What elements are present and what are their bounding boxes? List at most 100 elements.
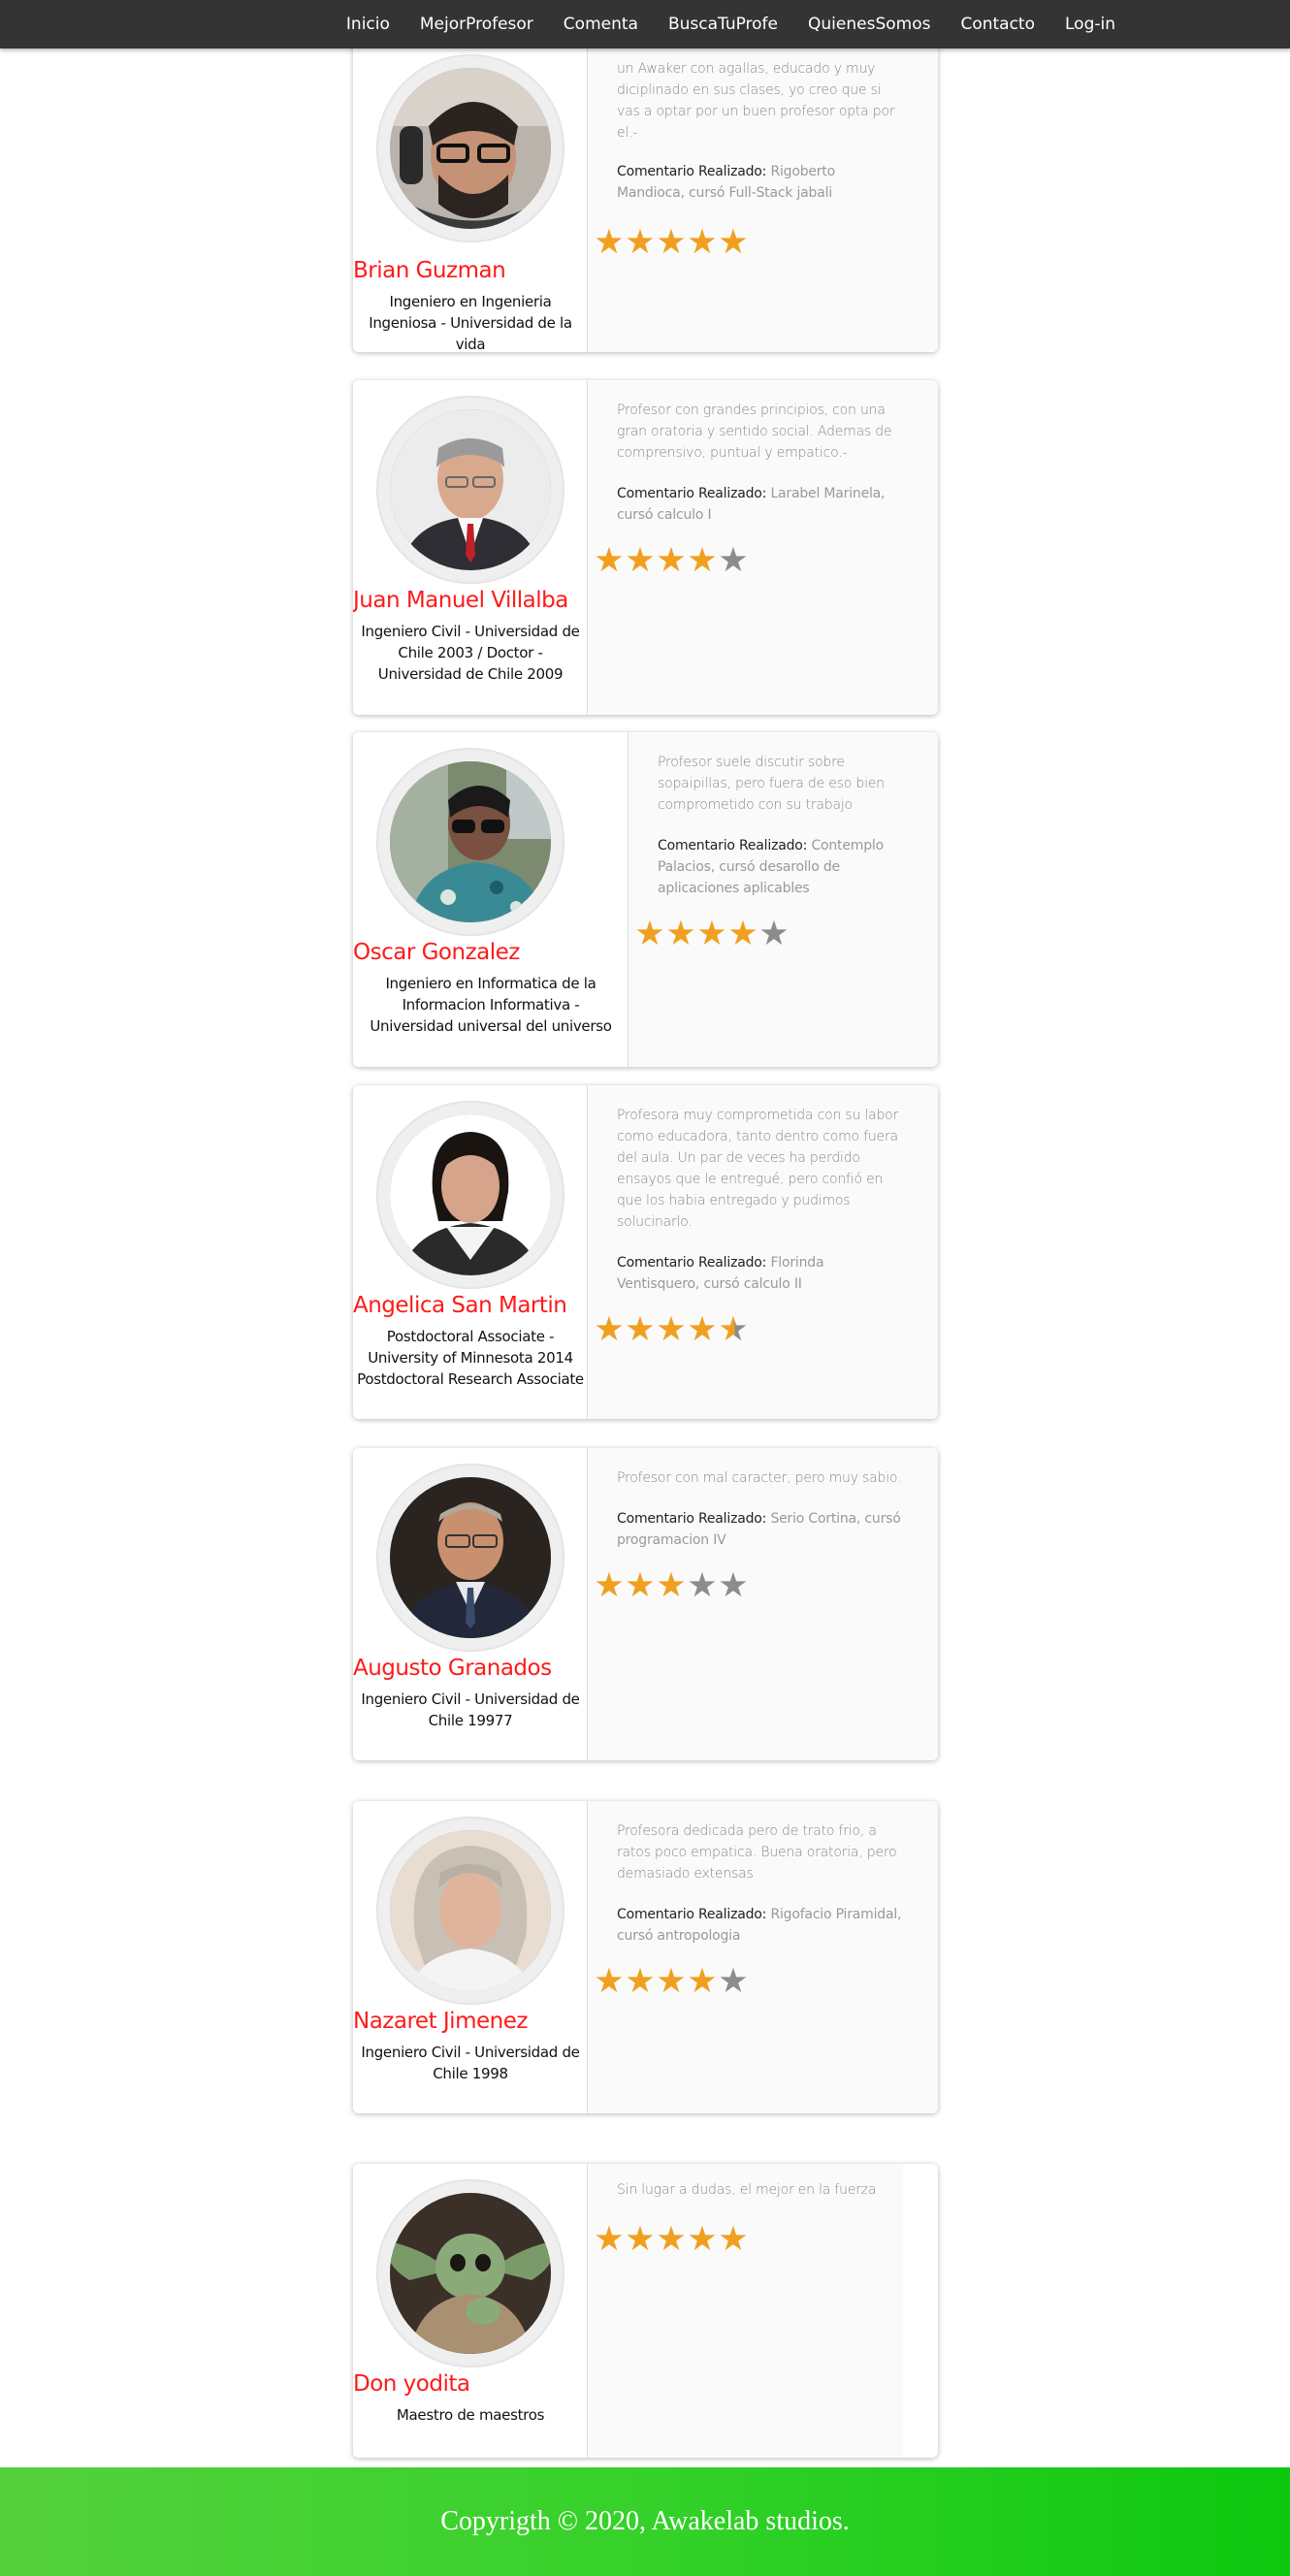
star-icon: ★ (625, 1962, 656, 2000)
photo-frame (376, 2179, 564, 2367)
star-rating: ★ ★ ★ ★ ★ (594, 1962, 749, 2000)
star-icon: ★ (687, 1962, 718, 2000)
star-icon: ★ (594, 2220, 625, 2258)
professor-title: Ingeniero Civil - Universidad de Chile 1… (361, 2044, 580, 2082)
star-half-icon: ★ (718, 1310, 749, 1348)
photo-frame (376, 748, 564, 936)
comment-label: Comentario Realizado: (617, 1255, 767, 1271)
star-icon: ★ (718, 223, 749, 261)
review-comment: Profesora dedicada pero de trato frio, a… (617, 1823, 897, 1882)
review-panel: Profesora dedicada pero de trato frio, a… (588, 1801, 938, 2113)
review-panel: Sin lugar a dudas, el mejor en la fuerza… (588, 2164, 903, 2458)
professor-title: Ingeniero en Informatica de la Informaci… (370, 975, 612, 1035)
star-icon: ★ (625, 1310, 656, 1348)
professor-title: Ingeniero Civil - Universidad de Chile 2… (361, 623, 580, 683)
professor-photo (390, 2193, 551, 2354)
review-author: Comentario Realizado: Rigoberto Mandioca… (617, 161, 905, 204)
professor-photo (390, 1830, 551, 1991)
photo-frame (376, 1464, 564, 1652)
professor-card: Brian Guzman Ingeniero en Ingenieria Ing… (353, 19, 938, 352)
site-footer: Copyrigth © 2020, Awakelab studios. (0, 2467, 1290, 2576)
nav-link-inicio[interactable]: Inicio (346, 15, 390, 34)
comment-label: Comentario Realizado: (617, 1511, 767, 1527)
copyright-text: Copyrigth © 2020, Awakelab studios. (440, 2506, 850, 2536)
star-icon: ★ (656, 223, 687, 261)
star-rating: ★ ★ ★ ★ ★ (634, 915, 790, 952)
star-icon: ★ (727, 915, 758, 952)
star-icon: ★ (718, 2220, 749, 2258)
professor-profile: Don yodita Maestro de maestros (353, 2164, 588, 2458)
professor-name: Nazaret Jimenez (353, 2009, 528, 2034)
professor-profile: Brian Guzman Ingeniero en Ingenieria Ing… (353, 19, 588, 352)
star-icon: ★ (594, 1962, 625, 2000)
professor-profile: Angelica San Martin Postdoctoral Associa… (353, 1085, 588, 1419)
star-rating: ★ ★ ★ ★ ★ (594, 1566, 749, 1604)
star-icon: ★ (594, 1310, 625, 1348)
star-icon: ★ (656, 541, 687, 579)
star-rating: ★ ★ ★ ★ ★ (594, 2220, 749, 2258)
nav-menu: Inicio MejorProfesor Comenta BuscaTuProf… (316, 0, 1115, 48)
review-comment: Profesor con mal caracter, pero muy sabi… (617, 1470, 902, 1486)
professor-photo (390, 409, 551, 570)
professor-title: Ingeniero Civil - Universidad de Chile 1… (361, 1690, 580, 1729)
star-icon: ★ (687, 1310, 718, 1348)
professor-title: Postdoctoral Associate - University of M… (357, 1328, 584, 1388)
nav-link-quienes-somos[interactable]: QuienesSomos (808, 15, 930, 34)
professor-profile: Augusto Granados Ingeniero Civil - Unive… (353, 1448, 588, 1760)
star-icon: ★ (696, 915, 727, 952)
star-icon: ★ (656, 2220, 687, 2258)
nav-link-log-in[interactable]: Log-in (1065, 15, 1115, 34)
top-navbar: Inicio MejorProfesor Comenta BuscaTuProf… (0, 0, 1290, 48)
star-icon: ★ (687, 223, 718, 261)
review-panel: Profesor con mal caracter, pero muy sabi… (588, 1448, 938, 1760)
star-rating: ★ ★ ★ ★ ★ (594, 1310, 749, 1348)
star-icon: ★ (656, 1566, 687, 1604)
star-icon: ★ (656, 1962, 687, 2000)
star-icon: ★ (625, 2220, 656, 2258)
review-comment: un Awaker con agallas, educado y muy dic… (617, 61, 895, 141)
nav-link-comenta[interactable]: Comenta (564, 15, 638, 34)
review-author: Comentario Realizado: Serio Cortina, cur… (617, 1508, 905, 1551)
review-panel: Profesor suele discutir sobre sopaipilla… (629, 732, 938, 1067)
professor-card: Augusto Granados Ingeniero Civil - Unive… (353, 1448, 938, 1760)
professor-card: Nazaret Jimenez Ingeniero Civil - Univer… (353, 1801, 938, 2113)
professor-profile: Oscar Gonzalez Ingeniero en Informatica … (353, 732, 629, 1067)
photo-frame (376, 54, 564, 242)
review-comment: Profesor con grandes principios, con una… (617, 402, 892, 461)
professor-card: Juan Manuel Villalba Ingeniero Civil - U… (353, 380, 938, 715)
star-icon: ★ (718, 541, 749, 579)
professor-profile: Juan Manuel Villalba Ingeniero Civil - U… (353, 380, 588, 715)
professor-name: Angelica San Martin (353, 1293, 567, 1318)
professor-name: Juan Manuel Villalba (353, 588, 568, 613)
professor-card: Angelica San Martin Postdoctoral Associa… (353, 1085, 938, 1419)
professor-profile: Nazaret Jimenez Ingeniero Civil - Univer… (353, 1801, 588, 2113)
review-panel: un Awaker con agallas, educado y muy dic… (588, 19, 938, 352)
professor-card: Oscar Gonzalez Ingeniero en Informatica … (353, 732, 938, 1067)
star-icon: ★ (718, 1566, 749, 1604)
star-icon: ★ (625, 541, 656, 579)
nav-link-contacto[interactable]: Contacto (960, 15, 1035, 34)
professor-name: Brian Guzman (353, 258, 506, 283)
review-author: Comentario Realizado: Contemplo Palacios… (658, 835, 905, 899)
review-author: Comentario Realizado: Rigofacio Piramida… (617, 1904, 905, 1947)
star-icon: ★ (687, 1566, 718, 1604)
review-panel: Profesor con grandes principios, con una… (588, 380, 938, 715)
comment-label: Comentario Realizado: (617, 486, 767, 501)
review-comment: Sin lugar a dudas, el mejor en la fuerza (617, 2182, 877, 2198)
nav-link-mejor-profesor[interactable]: MejorProfesor (420, 15, 533, 34)
photo-frame (376, 1101, 564, 1289)
professor-photo (390, 761, 551, 922)
review-author: Comentario Realizado: Florinda Ventisque… (617, 1252, 905, 1295)
professor-photo (390, 1477, 551, 1638)
review-author: Comentario Realizado: Larabel Marinela, … (617, 483, 905, 526)
star-icon: ★ (594, 541, 625, 579)
professor-name: Oscar Gonzalez (353, 940, 520, 965)
nav-link-busca-tu-profe[interactable]: BuscaTuProfe (668, 15, 778, 34)
star-icon: ★ (656, 1310, 687, 1348)
professor-name: Augusto Granados (353, 1656, 552, 1681)
review-comment: Profesora muy comprometida con su labor … (617, 1108, 899, 1230)
comment-label: Comentario Realizado: (658, 838, 808, 853)
star-icon: ★ (758, 915, 790, 952)
review-comment: Profesor suele discutir sobre sopaipilla… (658, 755, 885, 813)
professor-photo (390, 1114, 551, 1275)
